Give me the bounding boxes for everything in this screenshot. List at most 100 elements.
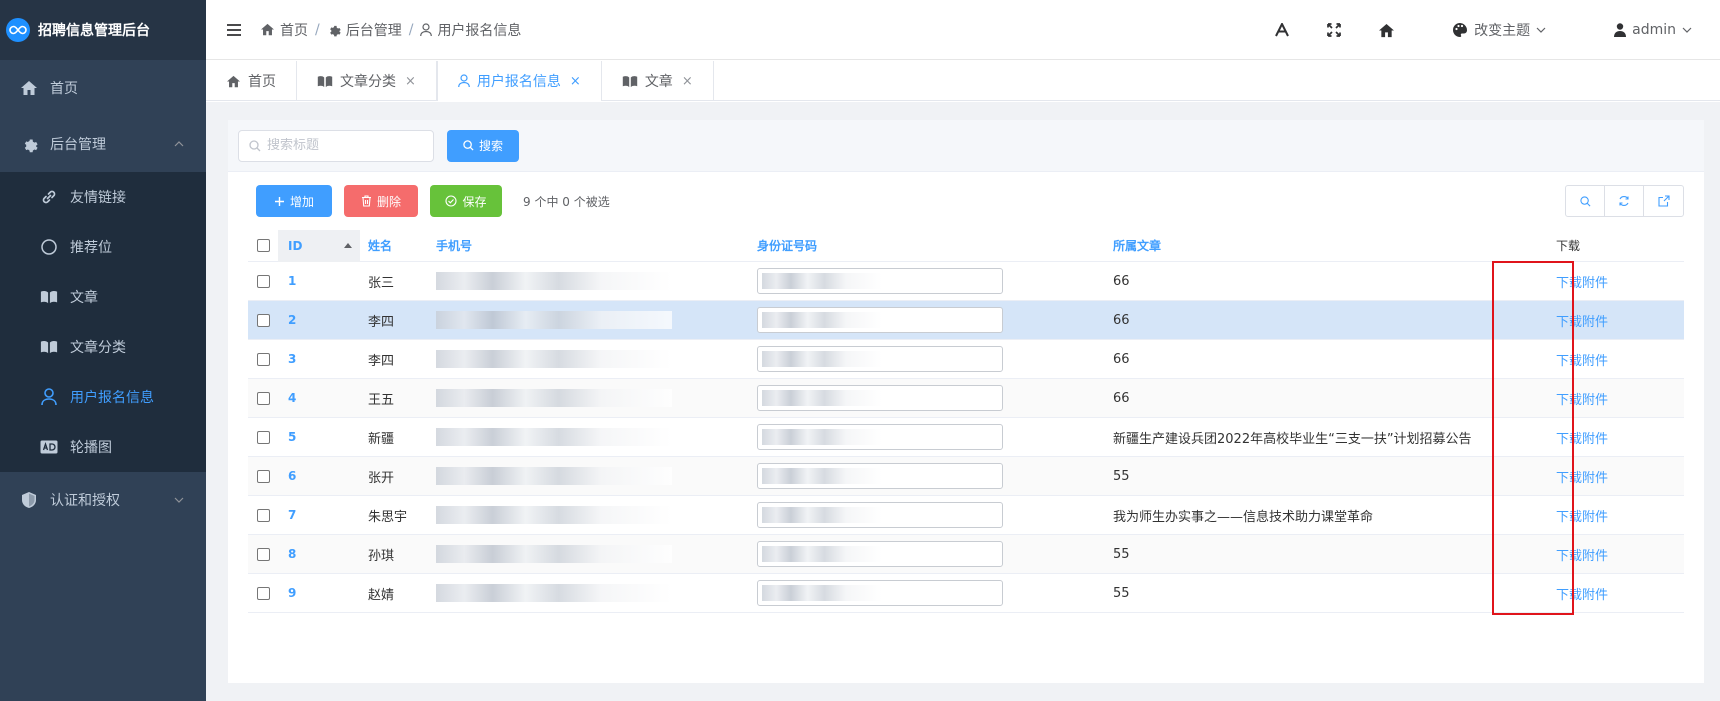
add-button[interactable]: 增加: [256, 185, 332, 217]
cell-phone: [428, 467, 752, 485]
id-value: 5: [288, 429, 297, 444]
idcard-field[interactable]: [757, 424, 1003, 450]
download-attachment-link[interactable]: 下载附件: [1556, 471, 1608, 486]
font-size-icon[interactable]: [1256, 23, 1308, 37]
cell-phone: [428, 506, 752, 524]
sidebar-item-home[interactable]: 首页: [0, 60, 206, 116]
cell-name: 王五: [368, 392, 395, 408]
delete-button[interactable]: 删除: [344, 185, 418, 217]
sidebar-item-friend-links[interactable]: 友情链接: [0, 172, 206, 222]
idcard-field[interactable]: [757, 463, 1003, 489]
table-row[interactable]: 8 孙琪 55 下载附件: [248, 535, 1684, 574]
table-row[interactable]: 3 李四 66 下载附件: [248, 340, 1684, 379]
redacted-idcard: [762, 546, 882, 562]
row-checkbox[interactable]: [248, 274, 278, 288]
id-value: 7: [288, 507, 297, 522]
tab-home[interactable]: 首页: [206, 61, 297, 101]
sidebar-item-article[interactable]: 文章: [0, 272, 206, 322]
row-checkbox[interactable]: [248, 547, 278, 561]
export-icon[interactable]: [1644, 186, 1683, 216]
theme-switcher[interactable]: 改变主题: [1438, 20, 1560, 40]
column-header-phone[interactable]: 手机号: [428, 237, 752, 254]
sidebar-item-label: 认证和授权: [50, 493, 120, 509]
tab-user-signup[interactable]: 用户报名信息 ×: [436, 61, 602, 101]
cell-article: 55: [1113, 468, 1130, 484]
breadcrumb-backend[interactable]: 后台管理: [327, 20, 402, 40]
tab-article-category[interactable]: 文章分类 ×: [297, 61, 437, 101]
sidebar-item-recommend[interactable]: 推荐位: [0, 222, 206, 272]
download-attachment-link[interactable]: 下载附件: [1556, 510, 1608, 525]
column-header-name[interactable]: 姓名: [360, 237, 428, 254]
column-header-idcard[interactable]: 身份证号码: [752, 237, 1108, 254]
search-button[interactable]: 搜索: [447, 129, 519, 162]
column-header-id[interactable]: ID: [278, 229, 360, 262]
home-icon: [260, 23, 275, 36]
row-checkbox[interactable]: [248, 352, 278, 366]
sidebar-item-label: 轮播图: [70, 440, 112, 456]
table-row[interactable]: 1 张三 66 下载附件: [248, 262, 1684, 301]
search-icon[interactable]: [1566, 186, 1605, 216]
sidebar-item-carousel[interactable]: 轮播图: [0, 422, 206, 472]
search-field[interactable]: [238, 129, 434, 162]
close-icon[interactable]: ×: [405, 74, 416, 89]
idcard-field[interactable]: [757, 385, 1003, 411]
download-attachment-link[interactable]: 下载附件: [1556, 276, 1608, 291]
row-checkbox[interactable]: [248, 586, 278, 600]
checkbox-box: [256, 508, 270, 522]
sidebar-item-user-signup[interactable]: 用户报名信息: [0, 372, 206, 422]
table-row[interactable]: 6 张开 55 下载附件: [248, 457, 1684, 496]
cell-id: 7: [278, 508, 360, 523]
download-attachment-link[interactable]: 下载附件: [1556, 588, 1608, 603]
close-icon[interactable]: ×: [570, 74, 581, 89]
sidebar-item-auth[interactable]: 认证和授权: [0, 472, 206, 528]
hamburger-menu-icon[interactable]: [226, 23, 242, 37]
sidebar-item-article-category[interactable]: 文章分类: [0, 322, 206, 372]
cell-article: 66: [1113, 273, 1130, 289]
cell-phone: [428, 584, 752, 602]
download-attachment-link[interactable]: 下载附件: [1556, 315, 1608, 330]
idcard-field[interactable]: [757, 541, 1003, 567]
cell-article: 66: [1113, 390, 1130, 406]
breadcrumb-home[interactable]: 首页: [260, 20, 308, 40]
table-row[interactable]: 4 王五 66 下载附件: [248, 379, 1684, 418]
logo[interactable]: 招聘信息管理后台: [0, 0, 206, 60]
tab-label: 文章: [644, 74, 673, 90]
cell-phone: [428, 389, 752, 407]
idcard-field[interactable]: [757, 268, 1003, 294]
download-attachment-link[interactable]: 下载附件: [1556, 549, 1608, 564]
user-menu[interactable]: admin: [1600, 22, 1706, 38]
tab-article[interactable]: 文章 ×: [602, 61, 714, 101]
cell-download: 下载附件: [1548, 467, 1684, 486]
idcard-field[interactable]: [757, 307, 1003, 333]
table-row[interactable]: 5 新疆 新疆生产建设兵团2022年高校毕业生“三支一扶”计划招募公告 下载附件: [248, 418, 1684, 457]
cell-download: 下载附件: [1548, 389, 1684, 408]
save-button[interactable]: 保存: [430, 185, 502, 217]
table-row[interactable]: 7 朱思宇 我为师生办实事之——信息技术助力课堂革命 下载附件: [248, 496, 1684, 535]
search-input[interactable]: [267, 138, 417, 153]
home-icon[interactable]: [1360, 23, 1412, 38]
close-icon[interactable]: ×: [682, 74, 693, 89]
table-row[interactable]: 9 赵婧 55 下载附件: [248, 574, 1684, 613]
cell-article: 我为师生办实事之——信息技术助力课堂革命: [1113, 509, 1374, 525]
sidebar-item-backend[interactable]: 后台管理: [0, 116, 206, 172]
row-checkbox[interactable]: [248, 391, 278, 405]
redacted-idcard: [762, 585, 882, 601]
idcard-field[interactable]: [757, 502, 1003, 528]
row-checkbox[interactable]: [248, 469, 278, 483]
cell-download: 下载附件: [1548, 584, 1684, 603]
download-attachment-link[interactable]: 下载附件: [1556, 354, 1608, 369]
row-checkbox[interactable]: [248, 430, 278, 444]
column-header-article[interactable]: 所属文章: [1108, 237, 1548, 254]
row-checkbox[interactable]: [248, 508, 278, 522]
table-row[interactable]: 2 李四 66 下载附件: [248, 301, 1684, 340]
cell-idcard: [752, 463, 1108, 489]
idcard-field[interactable]: [757, 580, 1003, 606]
download-attachment-link[interactable]: 下载附件: [1556, 432, 1608, 447]
download-attachment-link[interactable]: 下载附件: [1556, 393, 1608, 408]
select-all-checkbox[interactable]: [248, 239, 278, 252]
fullscreen-icon[interactable]: [1308, 23, 1360, 37]
refresh-icon[interactable]: [1605, 186, 1644, 216]
row-checkbox[interactable]: [248, 313, 278, 327]
data-table: ID 姓名 手机号 身份证号码 所属文章 下载 1 张三 66 下载附件 2 李四 66 下载…: [248, 229, 1684, 615]
idcard-field[interactable]: [757, 346, 1003, 372]
